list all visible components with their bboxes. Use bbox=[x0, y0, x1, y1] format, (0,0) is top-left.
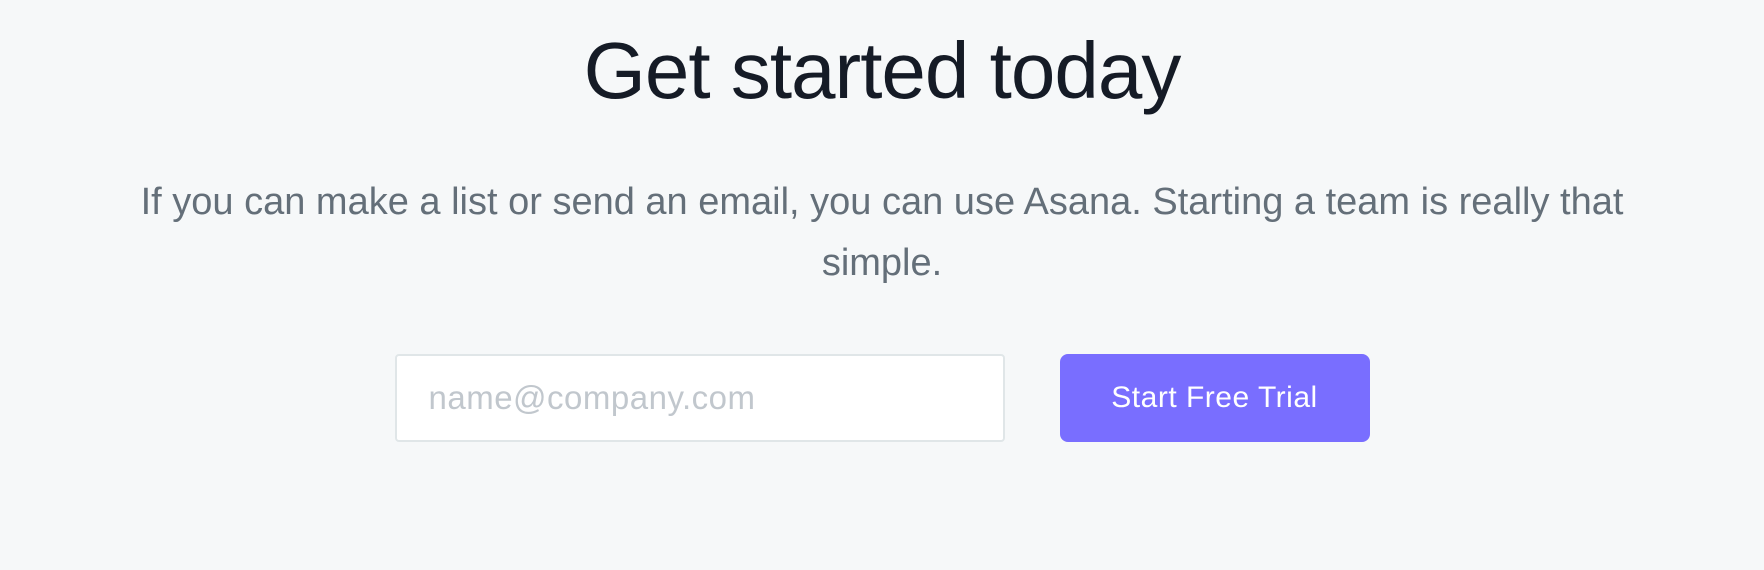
email-input[interactable] bbox=[395, 354, 1005, 442]
start-free-trial-button[interactable]: Start Free Trial bbox=[1060, 354, 1370, 442]
signup-form: Start Free Trial bbox=[395, 354, 1370, 442]
hero-subheading: If you can make a list or send an email,… bbox=[102, 172, 1662, 294]
hero-heading: Get started today bbox=[584, 25, 1181, 117]
